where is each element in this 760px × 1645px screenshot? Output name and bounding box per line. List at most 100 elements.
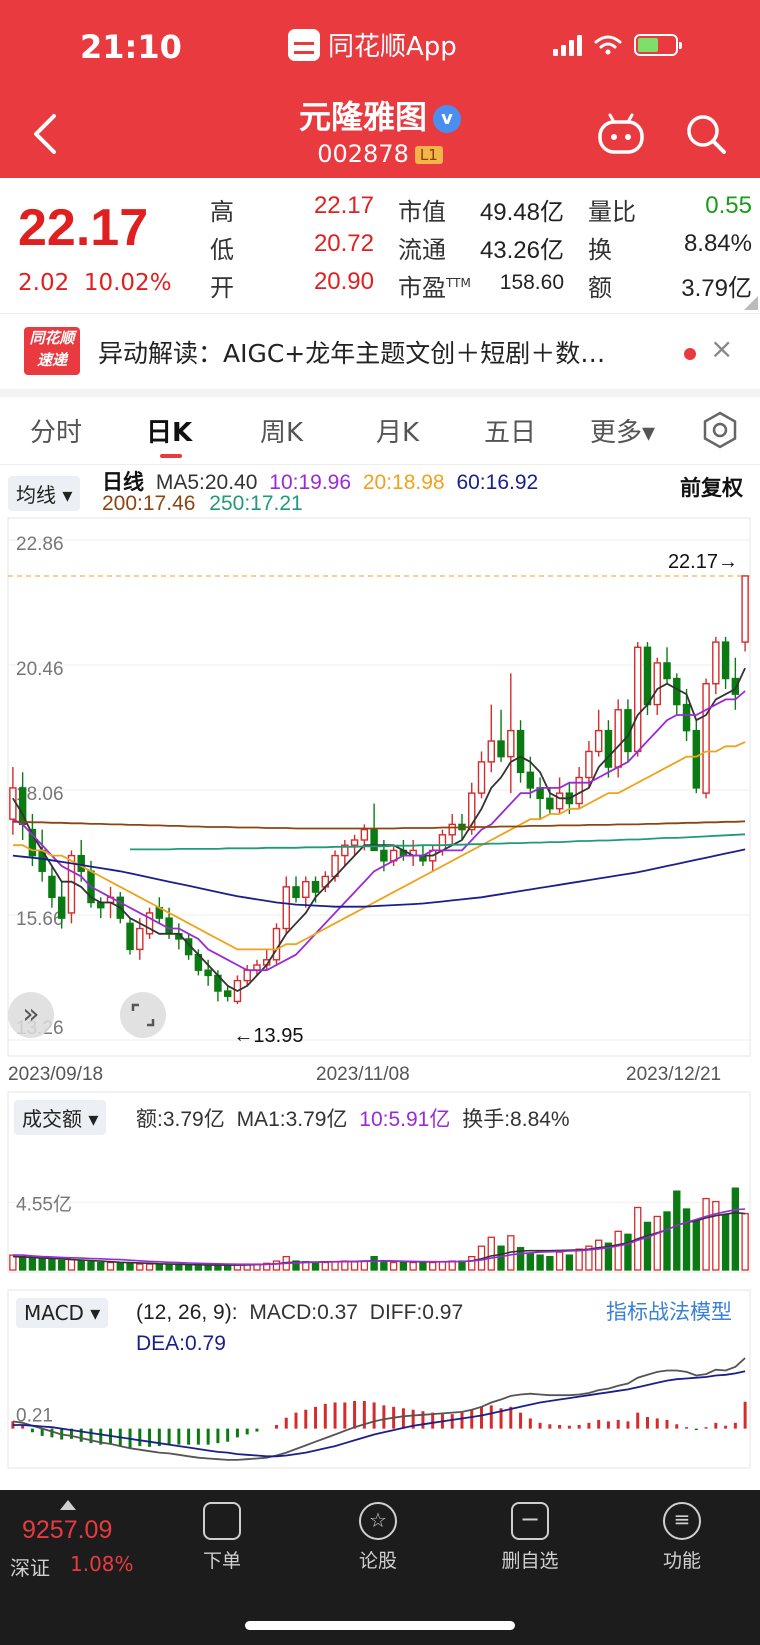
- volume-bar-down: [184, 1264, 193, 1271]
- candle-up: [741, 575, 749, 643]
- menu-circle-icon: ≡: [663, 1502, 701, 1540]
- ma-line-ma250: [130, 833, 746, 851]
- index-name: 深证: [10, 1556, 50, 1580]
- star-chat-icon: ☆: [359, 1502, 397, 1540]
- index-value[interactable]: 9257.09: [22, 1516, 112, 1545]
- volume-bar-down: [643, 1221, 652, 1271]
- volume-bar-down: [526, 1252, 535, 1271]
- candle-up: [555, 792, 564, 810]
- volume-bar-down: [214, 1264, 222, 1271]
- price-axis-label: 20.46: [16, 659, 64, 680]
- volume-bar-down: [194, 1264, 203, 1271]
- volume-bar-up: [555, 1251, 564, 1271]
- candle-down: [663, 662, 671, 680]
- candle-down: [526, 771, 535, 789]
- minus-box-icon: −: [511, 1502, 549, 1540]
- candle-down: [721, 641, 730, 680]
- volume-bar-up: [429, 1261, 437, 1271]
- volume-bar-up: [67, 1258, 76, 1271]
- volume-bar-down: [126, 1262, 134, 1271]
- document-icon: [203, 1502, 241, 1540]
- volume-bar-down: [565, 1254, 574, 1271]
- candle-down: [643, 646, 652, 706]
- candle-down: [126, 922, 134, 951]
- candle-down: [57, 896, 66, 919]
- candle-down: [223, 990, 232, 997]
- up-arrow-icon: [60, 1500, 76, 1510]
- fullscreen-icon[interactable]: [120, 992, 166, 1038]
- tab-remove-watchlist[interactable]: − 删自选: [470, 1502, 590, 1573]
- candle-up: [712, 641, 720, 685]
- volume-bar-down: [38, 1258, 46, 1271]
- volume-axis-label: 4.55亿: [16, 1193, 72, 1215]
- volume-bar-down: [116, 1262, 124, 1271]
- candle-down: [516, 729, 525, 773]
- candle-down: [311, 880, 320, 893]
- volume-bar-down: [155, 1263, 164, 1271]
- candle-down: [380, 849, 388, 862]
- candle-down: [204, 969, 212, 977]
- last-price-label: 22.17→: [668, 551, 738, 573]
- tab-order[interactable]: 下单: [162, 1502, 282, 1573]
- volume-bar-down: [58, 1259, 66, 1271]
- candle-down: [546, 797, 554, 810]
- volume-bar-down: [28, 1257, 37, 1271]
- candle-up: [438, 834, 447, 852]
- home-indicator: [245, 1621, 515, 1630]
- volume-bar-down: [731, 1187, 740, 1271]
- volume-bar-up: [136, 1263, 144, 1271]
- tab-remove-watchlist-label: 删自选: [501, 1550, 559, 1572]
- bottom-tab-bar: 9257.09 深证 1.08% 下单 ☆ 论股 − 删自选 ≡ 功能: [0, 1490, 760, 1645]
- price-panel-frame: [7, 517, 751, 1057]
- low-price-label: ←13.95: [233, 1025, 303, 1047]
- candle-down: [48, 875, 56, 898]
- volume-bar-down: [546, 1255, 554, 1271]
- volume-bar-down: [497, 1245, 505, 1271]
- date-label-mid: 2023/11/08: [316, 1064, 410, 1085]
- candle-up: [350, 839, 359, 846]
- candle-up: [653, 662, 661, 706]
- candle-up: [614, 709, 622, 768]
- candle-up: [448, 823, 456, 836]
- expand-panel-icon[interactable]: »: [8, 992, 54, 1038]
- candle-up: [9, 787, 17, 820]
- volume-bar-down: [204, 1264, 212, 1271]
- volume-bar-up: [712, 1200, 720, 1271]
- ma-line-ma200: [12, 820, 746, 830]
- volume-bar-up: [321, 1261, 329, 1271]
- candle-up: [477, 761, 486, 794]
- volume-bar-up: [438, 1261, 447, 1271]
- volume-bar-up: [594, 1239, 603, 1271]
- volume-bar-down: [721, 1214, 730, 1271]
- volume-bar-down: [399, 1261, 408, 1271]
- volume-bar-up: [614, 1230, 622, 1271]
- volume-bar-down: [48, 1258, 56, 1271]
- candle-up: [243, 969, 251, 982]
- candle-down: [673, 677, 681, 706]
- volume-bar-up: [741, 1212, 749, 1271]
- candle-up: [575, 776, 583, 805]
- candle-down: [497, 740, 505, 758]
- volume-bar-up: [409, 1261, 417, 1271]
- volume-bar-down: [165, 1264, 173, 1271]
- candle-down: [165, 917, 173, 935]
- volume-bar-down: [419, 1261, 427, 1271]
- date-label-start: 2023/09/18: [8, 1064, 104, 1085]
- volume-bar-down: [175, 1264, 183, 1271]
- volume-bar-down: [223, 1264, 232, 1271]
- stock-chart[interactable]: 22.8620.4618.0615.6613.2622.17→←13.954.5…: [0, 0, 760, 1480]
- tab-discuss[interactable]: ☆ 论股: [318, 1502, 438, 1573]
- candle-up: [633, 646, 642, 753]
- volume-bar-up: [272, 1260, 281, 1271]
- candle-up: [585, 750, 593, 779]
- candle-down: [604, 729, 613, 768]
- candle-down: [692, 729, 701, 789]
- volume-bar-down: [673, 1190, 681, 1271]
- volume-bar-up: [331, 1261, 339, 1271]
- candle-up: [136, 927, 144, 951]
- volume-bar-down: [692, 1220, 700, 1271]
- volume-bar-up: [702, 1197, 710, 1271]
- tab-functions[interactable]: ≡ 功能: [622, 1502, 742, 1573]
- volume-bar-down: [380, 1260, 388, 1271]
- candle-up: [487, 740, 496, 763]
